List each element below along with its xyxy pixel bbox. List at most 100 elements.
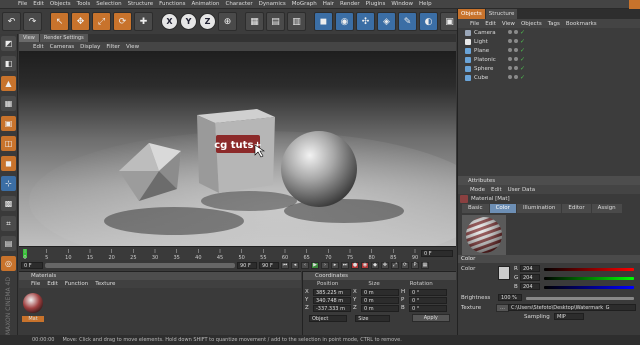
recent-tool-icon[interactable]: ✚	[134, 12, 153, 31]
object-row-camera[interactable]: Camera ✓	[458, 28, 640, 37]
menu-functions[interactable]: Functions	[159, 1, 185, 7]
nurbs-icon[interactable]: ◉	[335, 12, 354, 31]
menu-selection[interactable]: Selection	[96, 1, 121, 7]
b-value-field[interactable]: 204	[520, 283, 540, 290]
menu-plugins[interactable]: Plugins	[366, 1, 386, 7]
render-visibility-dot[interactable]	[514, 65, 518, 70]
rotation-field[interactable]: 0 °	[409, 288, 447, 296]
attributes-menu-mode[interactable]: Mode	[470, 187, 485, 193]
workplane-icon[interactable]: ▤	[1, 236, 16, 251]
render-visibility-dot[interactable]	[514, 38, 518, 43]
materials-menu-file[interactable]: File	[31, 281, 40, 287]
sphere-object[interactable]	[281, 131, 357, 207]
current-frame-field[interactable]: 0 F	[421, 250, 453, 257]
enabled-check-icon[interactable]: ✓	[520, 74, 525, 81]
end-frame-field[interactable]: 90 F	[237, 261, 257, 269]
render-settings-icon[interactable]: ▥	[287, 12, 306, 31]
timeline-ruler[interactable]: 0 5 10 15 20 25 30 35 40 45 50 55 60 65 70 75 80 85 90	[19, 247, 456, 261]
position-key-icon[interactable]: ✥	[381, 261, 389, 269]
materials-menu-edit[interactable]: Edit	[47, 281, 58, 287]
menu-tools[interactable]: Tools	[77, 1, 91, 7]
viewport-menu-edit[interactable]: Edit	[33, 44, 44, 50]
objects-menu-bookmarks[interactable]: Bookmarks	[566, 21, 597, 27]
texture-path-field[interactable]: C:\Users\Stefoto\Desktop\Watermark_G	[508, 304, 636, 311]
menu-file[interactable]: File	[18, 1, 27, 7]
editor-visibility-dot[interactable]	[508, 29, 512, 34]
tab-assign[interactable]: Assign	[591, 204, 622, 213]
menu-window[interactable]: Window	[391, 1, 413, 7]
menu-objects[interactable]: Objects	[50, 1, 71, 7]
brightness-field[interactable]: 100 %	[498, 294, 522, 301]
position-field[interactable]: 340.748 m	[313, 296, 351, 304]
editor-visibility-dot[interactable]	[508, 38, 512, 43]
layout-corner-button[interactable]	[629, 0, 640, 9]
model-mode-icon[interactable]: ◧	[1, 56, 16, 71]
pla-key-icon[interactable]: ▦	[421, 261, 429, 269]
r-slider[interactable]	[544, 268, 634, 271]
menu-help[interactable]: Help	[419, 1, 432, 7]
material-swatch[interactable]: Mat	[22, 292, 44, 322]
tab-objects[interactable]: Objects	[458, 9, 485, 19]
tab-view[interactable]: View	[19, 34, 39, 42]
color-swatch[interactable]	[498, 266, 510, 280]
menu-hair[interactable]: Hair	[323, 1, 334, 7]
brightness-slider[interactable]	[526, 297, 634, 300]
menu-mograph[interactable]: MoGraph	[292, 1, 317, 7]
tab-color[interactable]: Color	[489, 204, 516, 213]
menu-structure[interactable]: Structure	[128, 1, 154, 7]
goto-end-icon[interactable]: ⏭	[341, 261, 349, 269]
material-preview[interactable]	[462, 215, 506, 255]
tab-editor[interactable]: Editor	[562, 204, 591, 213]
enabled-check-icon[interactable]: ✓	[520, 65, 525, 72]
redo-icon[interactable]: ↷	[23, 12, 42, 31]
objects-menu-edit[interactable]: Edit	[485, 21, 496, 27]
editor-visibility-dot[interactable]	[508, 47, 512, 52]
g-slider[interactable]	[544, 277, 634, 280]
object-row-plane[interactable]: Plane ✓	[458, 46, 640, 55]
objects-menu-tags[interactable]: Tags	[548, 21, 560, 27]
sampling-select[interactable]: MIP	[554, 313, 584, 320]
tab-structure[interactable]: Structure	[485, 9, 518, 19]
viewport-menu-display[interactable]: Display	[80, 44, 100, 50]
object-row-sphere[interactable]: Sphere ✓	[458, 64, 640, 73]
polygons-mode-icon[interactable]: ◼	[1, 156, 16, 171]
materials-menu-function[interactable]: Function	[65, 281, 88, 287]
x-axis-lock-button[interactable]: X	[161, 13, 178, 30]
goto-start-icon[interactable]: ⏮	[281, 261, 289, 269]
viewport-menu-filter[interactable]: Filter	[106, 44, 120, 50]
render-picture-viewer-icon[interactable]: ▤	[266, 12, 285, 31]
viewport-menu-view[interactable]: View	[126, 44, 139, 50]
render-visibility-dot[interactable]	[514, 47, 518, 52]
size-field[interactable]: 0 m	[361, 288, 399, 296]
size-field[interactable]: 0 m	[361, 296, 399, 304]
size-field[interactable]: 0 m	[361, 304, 399, 312]
undo-icon[interactable]: ↶	[2, 12, 21, 31]
edges-mode-icon[interactable]: ◫	[1, 136, 16, 151]
3d-viewport[interactable]: cg tuts+	[19, 51, 456, 246]
r-value-field[interactable]: 204	[520, 265, 540, 272]
start-frame-field[interactable]: 0 F	[21, 261, 43, 269]
material-name[interactable]: Mat	[22, 316, 44, 322]
object-mode-icon[interactable]: ▲	[1, 76, 16, 91]
objects-menu-objects[interactable]: Objects	[521, 21, 542, 27]
objects-menu-view[interactable]: View	[502, 21, 515, 27]
tab-illumination[interactable]: Illumination	[516, 204, 562, 213]
snap-icon[interactable]: ⌗	[1, 216, 16, 231]
editor-visibility-dot[interactable]	[508, 56, 512, 61]
position-field[interactable]: -337.333 m	[313, 304, 351, 312]
z-axis-lock-button[interactable]: Z	[199, 13, 216, 30]
menu-edit[interactable]: Edit	[33, 1, 44, 7]
cube-object-icon[interactable]: ◼	[314, 12, 333, 31]
prev-key-icon[interactable]: ◂	[291, 261, 299, 269]
live-selection-icon[interactable]: ↖	[50, 12, 69, 31]
rotation-field[interactable]: 0 °	[409, 296, 447, 304]
viewport-menu-cameras[interactable]: Cameras	[50, 44, 74, 50]
move-icon[interactable]: ✥	[71, 12, 90, 31]
keyframe-selection-icon[interactable]: ◆	[371, 261, 379, 269]
rotation-field[interactable]: 0 °	[409, 304, 447, 312]
editor-visibility-dot[interactable]	[508, 65, 512, 70]
render-visibility-dot[interactable]	[514, 74, 518, 79]
enabled-check-icon[interactable]: ✓	[520, 56, 525, 63]
rotate-icon[interactable]: ⟳	[113, 12, 132, 31]
next-frame-icon[interactable]: ›	[321, 261, 329, 269]
